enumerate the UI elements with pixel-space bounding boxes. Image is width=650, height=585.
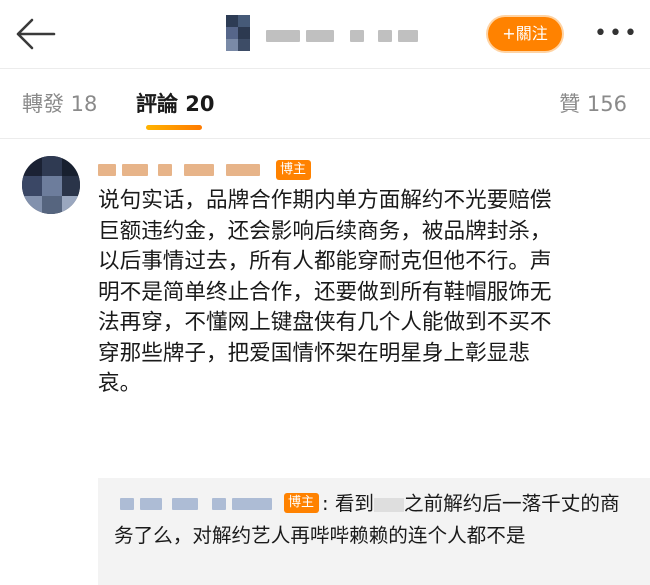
tabs-divider [0, 138, 650, 139]
active-tab-indicator [146, 125, 202, 130]
back-button[interactable] [14, 16, 56, 52]
tab-comments[interactable]: 評論 20 [136, 89, 215, 119]
comment-text: 说句实话，品牌合作期内单方面解约不光要赔偿 巨额违约金，还会影响后续商务，被品牌… [98, 188, 552, 396]
reply-text: : 看到 之前解约后一落千丈的商务了么，对解约艺人再哔哔赖赖的连个人都不是 [114, 488, 636, 552]
follow-button[interactable]: +關注 [488, 17, 562, 51]
reply-text-start: : 看到 [322, 492, 375, 515]
reply-box[interactable]: 博主 : 看到 之前解约后一落千丈的商务了么，对解约艺人再哔哔赖赖的连个人都不是 [98, 478, 650, 585]
redacted-name [374, 497, 405, 512]
header-avatar-pixelated [226, 15, 250, 51]
back-arrow-icon [16, 18, 56, 50]
tab-bar: 轉發 18 評論 20 贊 156 [0, 69, 650, 139]
header-username-pixelated [266, 30, 418, 42]
commenter-username-pixelated[interactable] [98, 164, 268, 176]
commenter-avatar[interactable] [22, 156, 80, 214]
tab-likes[interactable]: 贊 156 [559, 89, 627, 119]
more-options-icon[interactable]: ••• [594, 22, 638, 46]
tab-reposts[interactable]: 轉發 18 [22, 89, 97, 119]
top-bar: +關注 ••• [0, 0, 650, 70]
author-badge: 博主 [276, 160, 312, 180]
